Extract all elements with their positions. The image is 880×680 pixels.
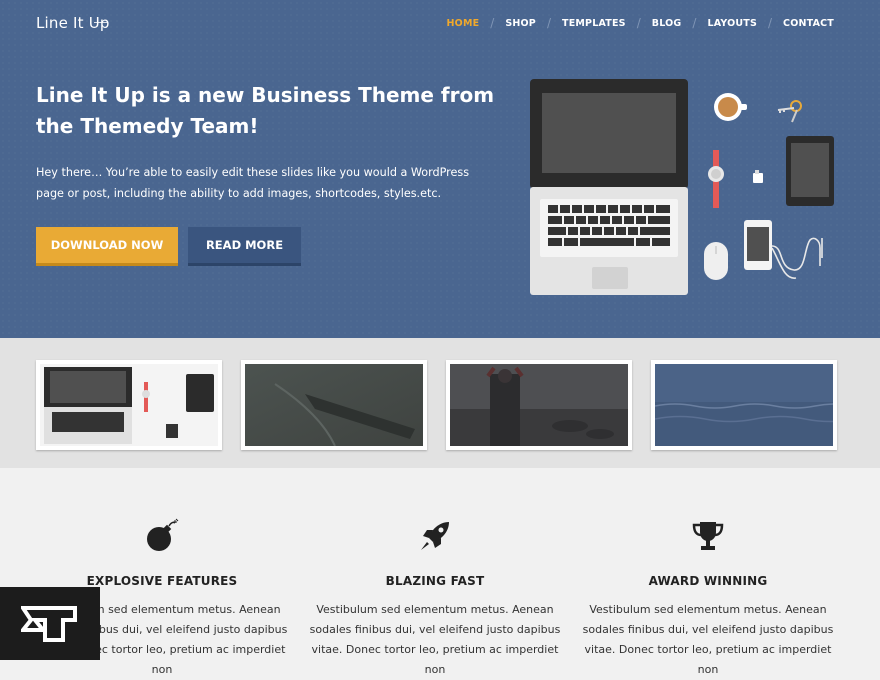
- logo-underline: [94, 22, 108, 23]
- watch-icon: [708, 150, 724, 208]
- hero-subtext: Hey there… You’re able to easily edit th…: [36, 166, 470, 200]
- trophy-icon: [692, 522, 724, 550]
- nav-separator: /: [490, 16, 495, 30]
- download-now-button[interactable]: DOWNLOAD NOW: [36, 227, 178, 263]
- nav-blog[interactable]: BLOG: [652, 18, 682, 29]
- nav-separator: /: [636, 16, 641, 30]
- thumbnail-devices[interactable]: [36, 360, 222, 450]
- devices-thumbnail-image: [40, 364, 218, 446]
- coffee-cup-icon: [714, 93, 747, 121]
- thumbnail-strip: [0, 338, 880, 468]
- nav-separator: /: [692, 16, 697, 30]
- laptop-illustration: [530, 79, 688, 295]
- nav-layouts[interactable]: LAYOUTS: [707, 18, 757, 29]
- rocket-icon: [421, 522, 449, 550]
- feature-title: BLAZING FAST: [385, 574, 485, 588]
- mouse-icon: [704, 242, 728, 280]
- feature-title: AWARD WINNING: [648, 574, 768, 588]
- boat-thumbnail-image: [245, 364, 423, 447]
- themedy-badge[interactable]: [0, 587, 100, 660]
- nav-contact[interactable]: CONTACT: [783, 18, 834, 29]
- site-logo[interactable]: Line It Up: [36, 14, 110, 32]
- thumbnail-ocean[interactable]: [651, 360, 856, 450]
- nav-separator: /: [768, 16, 773, 30]
- themedy-logo-icon: [21, 605, 77, 642]
- hero-section: Line It Up HOME / SHOP / TEMPLATES / BLO…: [0, 0, 880, 338]
- features-section: EXPLOSIVE FEATURES Vestibulum sed elemen…: [0, 468, 880, 676]
- tablet-icon: [786, 136, 834, 206]
- nav-separator: /: [546, 16, 552, 30]
- feature-title: EXPLOSIVE FEATURES: [86, 574, 238, 588]
- person-rocks-thumbnail-image: [450, 364, 628, 446]
- bomb-icon: [147, 518, 179, 551]
- feature-award: AWARD WINNING Vestibulum sed elementum m…: [578, 516, 838, 680]
- feature-fast: BLAZING FAST Vestibulum sed elementum me…: [305, 516, 565, 680]
- phone-icon: [744, 220, 823, 279]
- ocean-thumbnail-image: [654, 364, 856, 446]
- nav-templates[interactable]: TEMPLATES: [562, 18, 626, 29]
- thumbnail-person-rocks[interactable]: [446, 360, 632, 450]
- hero-headline: Line It Up is a new Business Theme from …: [36, 83, 495, 138]
- nav-home[interactable]: HOME: [447, 18, 480, 29]
- usb-stick-icon: [753, 170, 763, 183]
- feature-text: Vestibulum sed elementum metus. Aenean s…: [309, 603, 561, 676]
- read-more-button[interactable]: READ MORE: [188, 227, 301, 263]
- keys-icon: [777, 100, 802, 123]
- thumbnail-boat[interactable]: [241, 360, 427, 450]
- main-nav: HOME / SHOP / TEMPLATES / BLOG / LAYOUTS…: [447, 16, 834, 30]
- nav-shop[interactable]: SHOP: [505, 18, 536, 29]
- feature-text: Vestibulum sed elementum metus. Aenean s…: [582, 603, 834, 676]
